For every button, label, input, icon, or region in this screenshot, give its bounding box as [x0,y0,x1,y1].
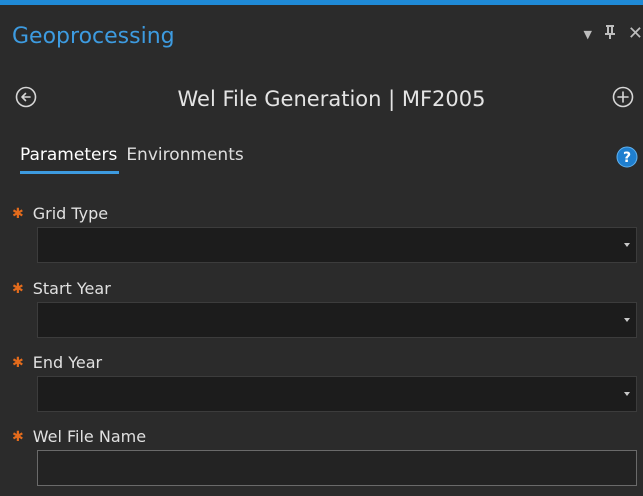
param-label-wrap: ✱ End Year [12,353,102,372]
add-icon[interactable] [612,86,634,108]
close-icon[interactable]: ✕ [628,25,643,43]
param-label-wrap: ✱ Grid Type [12,204,108,223]
tab-parameters[interactable]: Parameters [20,145,120,174]
tab-environments[interactable]: Environments [126,145,243,174]
wel-file-name-input[interactable] [37,450,637,486]
pane-title: Geoprocessing [12,24,175,49]
required-marker: ✱ [12,205,24,222]
pin-icon[interactable] [604,24,616,44]
grid-type-dropdown[interactable] [37,227,637,263]
tool-title-wrap: Wel File Generation | MF2005 [0,87,643,111]
tool-title: Wel File Generation | MF2005 [177,87,486,111]
help-icon[interactable]: ? [616,146,638,168]
pane-controls: ▼ ✕ [571,22,643,46]
param-label: Wel File Name [32,427,147,446]
end-year-dropdown[interactable] [37,376,637,412]
required-marker: ✱ [12,428,24,445]
dropdown-arrow-icon[interactable] [624,243,630,247]
dropdown-arrow-icon[interactable] [624,318,630,322]
required-marker: ✱ [12,280,24,297]
geoprocessing-pane: Geoprocessing ▼ ✕ Wel File Generation | … [0,0,643,496]
dropdown-arrow-icon[interactable] [624,392,630,396]
required-marker: ✱ [12,354,24,371]
svg-text:?: ? [623,150,631,166]
param-label: Start Year [32,279,111,298]
param-label-wrap: ✱ Wel File Name [12,427,146,446]
param-label: Grid Type [32,204,109,223]
pane-accent-bar [0,0,643,5]
tool-header: Wel File Generation | MF2005 [0,80,643,120]
dropdown-arrow-icon[interactable]: ▼ [583,29,591,40]
start-year-dropdown[interactable] [37,302,637,338]
param-label: End Year [32,353,103,372]
tab-bar: Parameters Environments [20,145,244,174]
param-label-wrap: ✱ Start Year [12,279,111,298]
